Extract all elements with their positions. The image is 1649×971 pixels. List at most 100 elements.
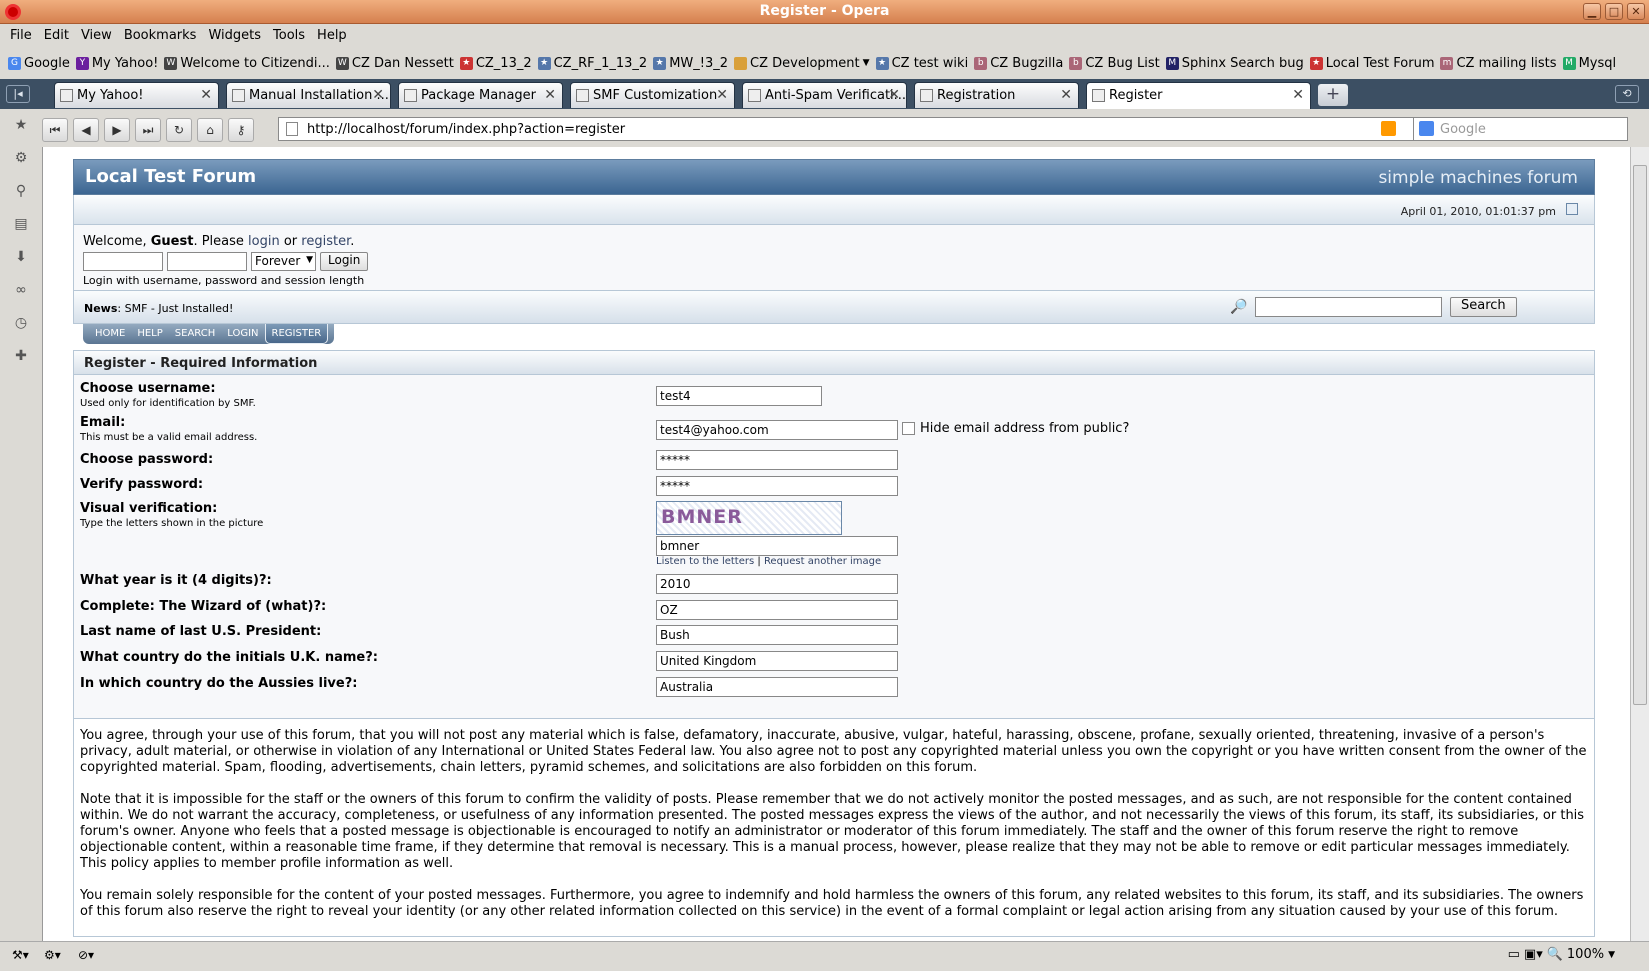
vertical-scrollbar[interactable] — [1630, 147, 1649, 941]
tab-close-icon[interactable]: ✕ — [544, 87, 556, 103]
bookmark-cz-bug-list[interactable]: b CZ Bug List — [1069, 56, 1160, 71]
search-field[interactable]: Google — [1413, 117, 1628, 141]
wand-icon[interactable]: ⚷ — [228, 118, 254, 142]
bookmark-local-test-forum[interactable]: ★ Local Test Forum — [1309, 56, 1434, 71]
bookmark-cz-mailing-lists[interactable]: m CZ mailing lists — [1440, 56, 1557, 71]
tab-smf-customization[interactable]: SMF Customization ✕ — [570, 82, 735, 108]
tab-close-icon[interactable]: ✕ — [1060, 87, 1072, 103]
tab-close-icon[interactable]: ✕ — [716, 87, 728, 103]
forum-search-input[interactable] — [1255, 297, 1442, 317]
fast-forward-icon[interactable]: ⏭ — [135, 118, 161, 142]
tab-package-manager[interactable]: Package Manager ✕ — [398, 82, 563, 108]
tab-manual-installation[interactable]: Manual Installation ... ✕ — [226, 82, 391, 108]
menu-widgets[interactable]: Widgets — [208, 28, 261, 43]
unite-panel-icon[interactable]: ⚲ — [11, 183, 31, 203]
bookmarks-panel-icon[interactable]: ★ — [11, 117, 31, 137]
menu-bookmarks[interactable]: Bookmarks — [124, 28, 197, 43]
network-icon[interactable]: ⚙▾ — [44, 948, 61, 962]
register-link[interactable]: register — [301, 234, 350, 249]
bookmark-cz-dan-nessett[interactable]: W CZ Dan Nessett — [335, 56, 454, 71]
question-aussies-field[interactable]: Australia — [656, 677, 898, 697]
menu-tools[interactable]: Tools — [273, 28, 305, 43]
email-field[interactable]: test4@yahoo.com — [656, 420, 898, 440]
tools-icon[interactable]: ⚒▾ — [12, 948, 29, 962]
question-wizard-field[interactable]: OZ — [656, 600, 898, 620]
view-mode-icon[interactable]: ▣▾ — [1524, 947, 1543, 962]
password-field[interactable]: ***** — [656, 450, 898, 470]
request-image-link[interactable]: Request another image — [764, 556, 881, 567]
maximize-icon[interactable]: □ — [1605, 3, 1623, 20]
hide-email-checkbox[interactable] — [902, 422, 915, 435]
collapse-icon[interactable] — [1566, 203, 1578, 215]
minimize-icon[interactable]: ▁ — [1583, 3, 1601, 20]
bookmark-citizendium[interactable]: W Welcome to Citizendi... — [164, 56, 330, 71]
trash-icon[interactable]: ⟲ — [1615, 85, 1639, 103]
bookmark-cz-rf[interactable]: ★ CZ_RF_1_13_2 — [537, 56, 647, 71]
bookmark-cz-13-2[interactable]: ★ CZ_13_2 — [459, 56, 532, 71]
turbo-icon[interactable]: ⊘▾ — [78, 948, 94, 962]
captcha-field[interactable]: bmner — [656, 536, 898, 556]
reload-icon[interactable]: ↻ — [166, 118, 192, 142]
bookmark-sphinx[interactable]: M Sphinx Search bug — [1165, 56, 1304, 71]
scrollbar-thumb[interactable] — [1633, 165, 1647, 705]
back-icon[interactable]: ◀ — [73, 118, 99, 142]
links-panel-icon[interactable]: ∞ — [11, 282, 31, 302]
login-link[interactable]: login — [248, 234, 280, 249]
history-panel-icon[interactable]: ◷ — [11, 315, 31, 335]
home-icon[interactable]: ⌂ — [197, 118, 223, 142]
add-panel-icon[interactable]: ✚ — [11, 348, 31, 368]
menu-help-link[interactable]: HELP — [131, 324, 168, 344]
zoom-level[interactable]: 100% — [1567, 947, 1604, 962]
bookmark-my-yahoo[interactable]: Y My Yahoo! — [75, 56, 158, 71]
menu-help[interactable]: Help — [317, 28, 347, 43]
forward-icon[interactable]: ▶ — [104, 118, 130, 142]
rewind-icon[interactable]: ⏮ — [42, 118, 68, 142]
session-length-select[interactable]: Forever ▼ — [251, 252, 316, 271]
widgets-panel-icon[interactable]: ⚙ — [11, 150, 31, 170]
listen-letters-link[interactable]: Listen to the letters — [656, 556, 754, 567]
bookmark-icon: M — [1165, 56, 1179, 70]
bookmark-folder-cz-development[interactable]: CZ Development ▼ — [734, 56, 870, 71]
bookmark-cz-test-wiki[interactable]: ★ CZ test wiki — [875, 56, 968, 71]
tab-register[interactable]: Register ✕ — [1086, 82, 1311, 109]
new-tab-button[interactable]: + — [1318, 84, 1348, 106]
tab-anti-spam[interactable]: Anti-Spam Verificati... ✕ — [742, 82, 907, 108]
menu-login[interactable]: LOGIN — [221, 324, 264, 344]
address-field[interactable]: http://localhost/forum/index.php?action=… — [278, 117, 1433, 141]
menu-search[interactable]: SEARCH — [169, 324, 221, 344]
tab-favicon-icon — [1092, 89, 1105, 102]
notes-panel-icon[interactable]: ▤ — [11, 216, 31, 236]
username-field[interactable]: test4 — [656, 386, 822, 406]
search-button[interactable]: Search — [1450, 297, 1517, 317]
login-username-input[interactable] — [83, 252, 163, 271]
tab-my-yahoo[interactable]: My Yahoo! ✕ — [54, 82, 219, 108]
menu-home[interactable]: HOME — [89, 324, 131, 344]
tab-close-icon[interactable]: ✕ — [200, 87, 212, 103]
bookmark-cz-bugzilla[interactable]: b CZ Bugzilla — [974, 56, 1063, 71]
rss-feed-icon[interactable] — [1381, 121, 1396, 136]
menu-view[interactable]: View — [81, 28, 112, 43]
question-year-field[interactable]: 2010 — [656, 574, 898, 594]
login-password-input[interactable] — [167, 252, 247, 271]
tab-close-icon[interactable]: ✕ — [1292, 87, 1304, 103]
downloads-panel-icon[interactable]: ⬇ — [11, 249, 31, 269]
tab-close-icon[interactable]: ✕ — [372, 87, 384, 103]
close-icon[interactable]: ✕ — [1627, 3, 1645, 20]
verify-password-field[interactable]: ***** — [656, 476, 898, 496]
bookmark-mysql[interactable]: M Mysql — [1562, 56, 1616, 71]
menu-edit[interactable]: Edit — [44, 28, 69, 43]
menu-file[interactable]: File — [10, 28, 32, 43]
bookmark-google[interactable]: G Google — [8, 56, 70, 71]
page-layout-icon[interactable]: ▭ — [1508, 947, 1520, 962]
question-uk-field[interactable]: United Kingdom — [656, 651, 898, 671]
login-button[interactable]: Login — [320, 252, 369, 271]
panel-toggle-icon[interactable]: |◂ — [6, 85, 30, 103]
question-president-field[interactable]: Bush — [656, 625, 898, 645]
agreement-paragraph: Note that it is impossible for the staff… — [80, 792, 1585, 871]
bookmark-mw[interactable]: ★ MW_!3_2 — [653, 56, 728, 71]
tab-registration[interactable]: Registration ✕ — [914, 82, 1079, 108]
chevron-down-icon[interactable]: ▼ — [1608, 950, 1615, 960]
tab-close-icon[interactable]: ✕ — [888, 87, 900, 103]
hide-email-option[interactable]: Hide email address from public? — [902, 421, 1129, 436]
menu-register[interactable]: REGISTER — [264, 324, 329, 344]
